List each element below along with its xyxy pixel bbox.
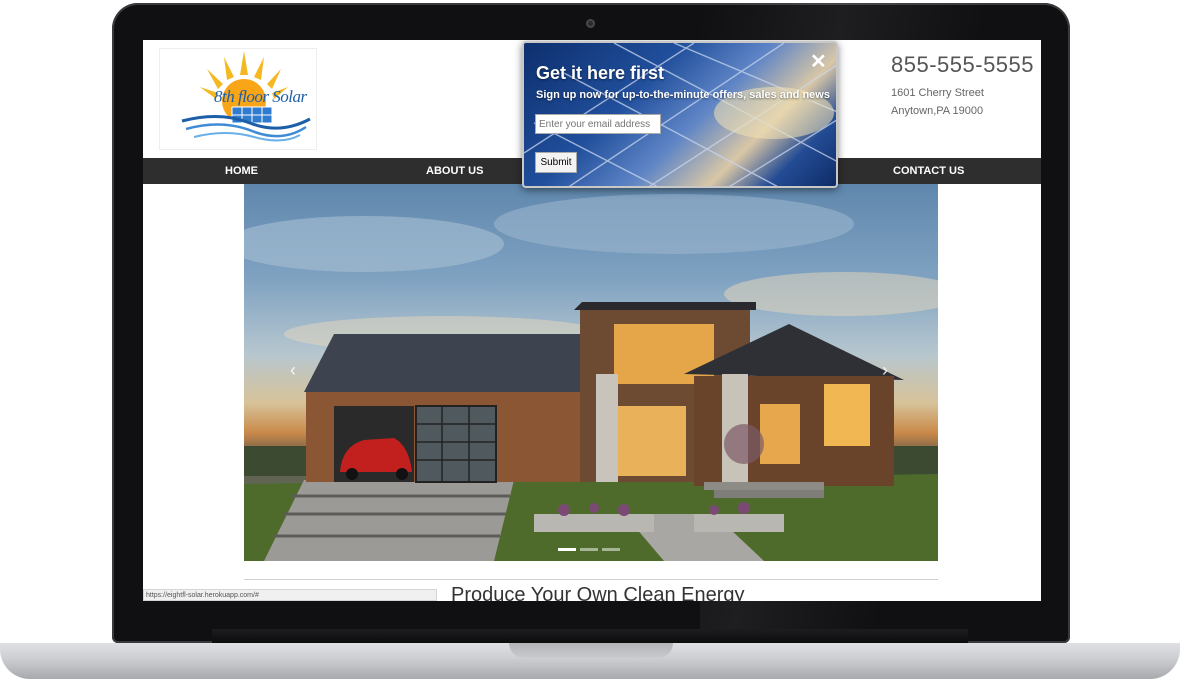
submit-button[interactable]: Submit bbox=[535, 152, 577, 173]
house-photo bbox=[244, 194, 938, 561]
carousel-prev-icon[interactable]: ‹ bbox=[290, 360, 296, 381]
webcam bbox=[586, 19, 595, 28]
logo-wordmark: 8th floor Solar bbox=[214, 87, 307, 106]
nav-item-about-us[interactable]: ABOUT US bbox=[426, 165, 483, 177]
site-logo[interactable]: 8th floor Solar bbox=[159, 48, 317, 150]
popup-title: Get it here first bbox=[536, 63, 665, 83]
status-bar-url: https://eightfl-solar.herokuapp.com/# bbox=[143, 589, 437, 601]
laptop-hinge bbox=[212, 629, 968, 643]
phone-number[interactable]: 855-555-5555 bbox=[891, 52, 1034, 78]
browser-viewport: 8th floor Solar 855-555-5555 1601 Cherry… bbox=[143, 40, 1041, 601]
hero-carousel: ‹ › bbox=[244, 184, 938, 561]
popup-subtitle: Sign up now for up-to-the-minute offers,… bbox=[536, 89, 830, 101]
signup-popup: Get it here first Sign up now for up-to-… bbox=[522, 41, 838, 188]
nav-item-home[interactable]: HOME bbox=[225, 165, 258, 177]
close-icon[interactable]: ✕ bbox=[810, 49, 827, 74]
carousel-indicator-1[interactable] bbox=[558, 548, 576, 551]
content-divider bbox=[244, 579, 938, 580]
laptop-base-notch bbox=[509, 643, 673, 658]
address-city: Anytown,PA 19000 bbox=[891, 105, 984, 117]
email-input[interactable] bbox=[535, 114, 661, 134]
carousel-indicator-2[interactable] bbox=[580, 548, 598, 551]
carousel-next-icon[interactable]: › bbox=[882, 360, 888, 381]
nav-item-contact-us[interactable]: CONTACT US bbox=[893, 165, 964, 177]
carousel-indicators bbox=[558, 538, 624, 551]
carousel-indicator-3[interactable] bbox=[602, 548, 620, 551]
section-heading: Produce Your Own Clean Energy bbox=[451, 584, 745, 601]
address-street: 1601 Cherry Street bbox=[891, 87, 984, 99]
